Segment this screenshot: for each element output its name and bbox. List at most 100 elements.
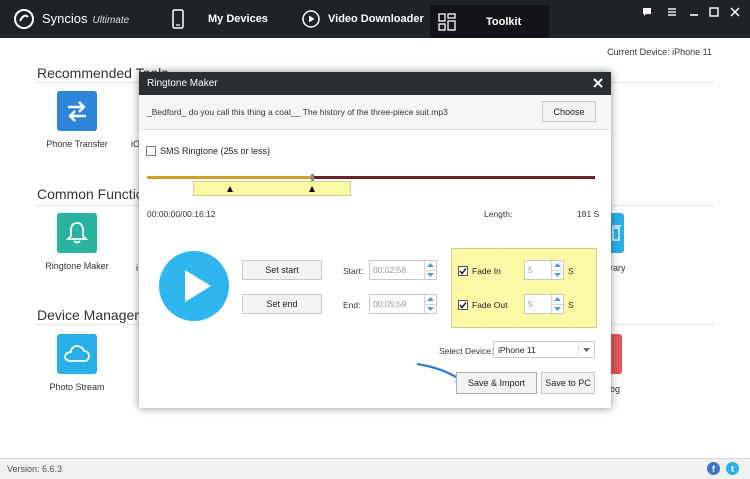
nav-video-downloader[interactable]: Video Downloader xyxy=(302,0,428,38)
fade-in-option[interactable]: Fade In xyxy=(458,266,501,276)
end-label: End: xyxy=(343,300,361,310)
selection-range-box xyxy=(193,181,351,196)
file-row: _Bedford_ do you call this thing a coat_… xyxy=(139,95,611,130)
file-name: _Bedford_ do you call this thing a coat_… xyxy=(147,107,448,117)
transfer-arrows-icon xyxy=(57,91,97,131)
track-selected-range xyxy=(147,176,312,179)
sms-ringtone-option[interactable]: SMS Ringtone (25s or less) xyxy=(146,146,270,156)
app-name-text: Syncios xyxy=(42,11,88,26)
maximize-icon xyxy=(709,7,719,17)
tool-partial-label: og xyxy=(610,384,621,394)
play-icon xyxy=(185,270,211,302)
nav-toolkit-label: Toolkit xyxy=(486,15,522,28)
fade-out-option[interactable]: Fade Out xyxy=(458,300,507,310)
menu-button[interactable] xyxy=(664,4,680,20)
play-circle-icon xyxy=(302,10,320,28)
fade-in-stepper[interactable]: 5 xyxy=(524,260,564,280)
fade-out-stepper[interactable]: 5 xyxy=(524,294,564,314)
nav-toolkit[interactable]: Toolkit xyxy=(430,5,549,38)
set-end-button[interactable]: Set end xyxy=(242,294,322,314)
chevron-down-icon[interactable] xyxy=(552,271,563,280)
end-time-stepper[interactable]: 00:05:59 xyxy=(369,294,437,314)
facebook-icon[interactable]: f xyxy=(707,462,720,475)
check-icon xyxy=(459,268,467,275)
playhead-handle[interactable] xyxy=(311,174,314,181)
sms-ringtone-checkbox[interactable] xyxy=(146,146,156,156)
tool-partial-label: rary xyxy=(610,263,626,273)
close-window-button[interactable] xyxy=(727,4,743,20)
dialog-title-bar: Ringtone Maker xyxy=(139,72,611,95)
tool-ringtone-maker-label: Ringtone Maker xyxy=(45,261,109,271)
close-icon xyxy=(730,7,740,17)
fade-in-value: 5 xyxy=(528,265,533,275)
maximize-button[interactable] xyxy=(706,4,722,20)
chevron-down-icon[interactable] xyxy=(552,305,563,314)
trash-icon[interactable] xyxy=(610,213,624,253)
phone-icon xyxy=(172,9,184,29)
tool-ringtone-maker[interactable]: Ringtone Maker xyxy=(32,213,122,271)
current-device: Current Device: iPhone 11 xyxy=(607,47,712,57)
status-bar: Version: 6.6.3 f t xyxy=(0,458,750,479)
fade-out-unit: S xyxy=(568,300,574,310)
end-stepper-buttons xyxy=(424,295,436,313)
tool-phone-transfer[interactable]: Phone Transfer xyxy=(32,91,122,149)
fade-out-label: Fade Out xyxy=(472,300,508,310)
nav-video-downloader-label: Video Downloader xyxy=(328,13,424,25)
app-edition: Ultimate xyxy=(92,15,130,26)
app-name: Syncios Ultimate xyxy=(42,11,129,26)
chevron-up-icon[interactable] xyxy=(425,261,436,271)
chat-icon xyxy=(643,8,651,16)
nav-my-devices[interactable]: My Devices xyxy=(172,0,292,38)
start-marker-icon[interactable] xyxy=(227,186,233,192)
dialog-title: Ringtone Maker xyxy=(147,78,218,89)
title-bar: Syncios Ultimate My Devices Video Downloa… xyxy=(0,0,750,38)
dialog-close-icon[interactable] xyxy=(591,76,605,90)
start-time-value: 00:02:58 xyxy=(373,265,407,275)
length-value: 181 S xyxy=(577,209,600,219)
sms-ringtone-label: SMS Ringtone (25s or less) xyxy=(160,146,271,156)
start-stepper-buttons xyxy=(424,261,436,279)
start-label: Start: xyxy=(343,266,364,276)
play-button[interactable] xyxy=(159,251,229,321)
device-select[interactable]: iPhone 11 xyxy=(493,341,595,358)
fade-options-box: Fade In 5 S Fade Out 5 S xyxy=(451,248,597,328)
chevron-down-icon xyxy=(578,342,594,357)
waveform-track[interactable] xyxy=(147,174,595,181)
menu-icon xyxy=(668,8,676,16)
twitter-icon[interactable]: t xyxy=(726,462,739,475)
chevron-down-icon[interactable] xyxy=(425,271,436,280)
select-device-label: Select Device: xyxy=(439,346,494,356)
log-icon[interactable] xyxy=(610,334,622,374)
version-text: Version: 6.6.3 xyxy=(7,464,63,474)
chevron-down-icon[interactable] xyxy=(425,305,436,314)
time-display: 00:00:00/00:16:12 xyxy=(147,209,216,219)
cloud-icon xyxy=(57,334,97,374)
set-start-button[interactable]: Set start xyxy=(242,260,322,280)
chevron-up-icon[interactable] xyxy=(425,295,436,305)
nav-my-devices-label: My Devices xyxy=(208,13,268,25)
check-icon xyxy=(459,302,467,309)
fade-in-checkbox[interactable] xyxy=(458,266,468,276)
fade-out-stepper-buttons xyxy=(551,295,563,313)
syncios-logo-icon xyxy=(14,9,34,29)
tool-photo-stream-label: Photo Stream xyxy=(49,382,105,392)
ringtone-maker-dialog: Ringtone Maker _Bedford_ do you call thi… xyxy=(139,72,611,408)
save-import-button[interactable]: Save & Import xyxy=(456,372,537,394)
end-marker-icon[interactable] xyxy=(309,186,315,192)
toolkit-icon xyxy=(438,12,456,31)
length-label: Length: xyxy=(484,209,513,219)
choose-button[interactable]: Choose xyxy=(542,101,596,122)
save-to-pc-button[interactable]: Save to PC xyxy=(541,372,595,394)
start-time-stepper[interactable]: 00:02:58 xyxy=(369,260,437,280)
fade-in-stepper-buttons xyxy=(551,261,563,279)
fade-out-checkbox[interactable] xyxy=(458,300,468,310)
chevron-up-icon[interactable] xyxy=(552,261,563,271)
chevron-up-icon[interactable] xyxy=(552,295,563,305)
minimize-button[interactable] xyxy=(686,4,702,20)
end-time-value: 00:05:59 xyxy=(373,299,407,309)
tool-partial-label: i xyxy=(136,263,138,273)
fade-in-label: Fade In xyxy=(472,266,501,276)
bell-icon xyxy=(57,213,97,253)
tool-photo-stream[interactable]: Photo Stream xyxy=(32,334,122,392)
feedback-button[interactable] xyxy=(639,4,655,20)
